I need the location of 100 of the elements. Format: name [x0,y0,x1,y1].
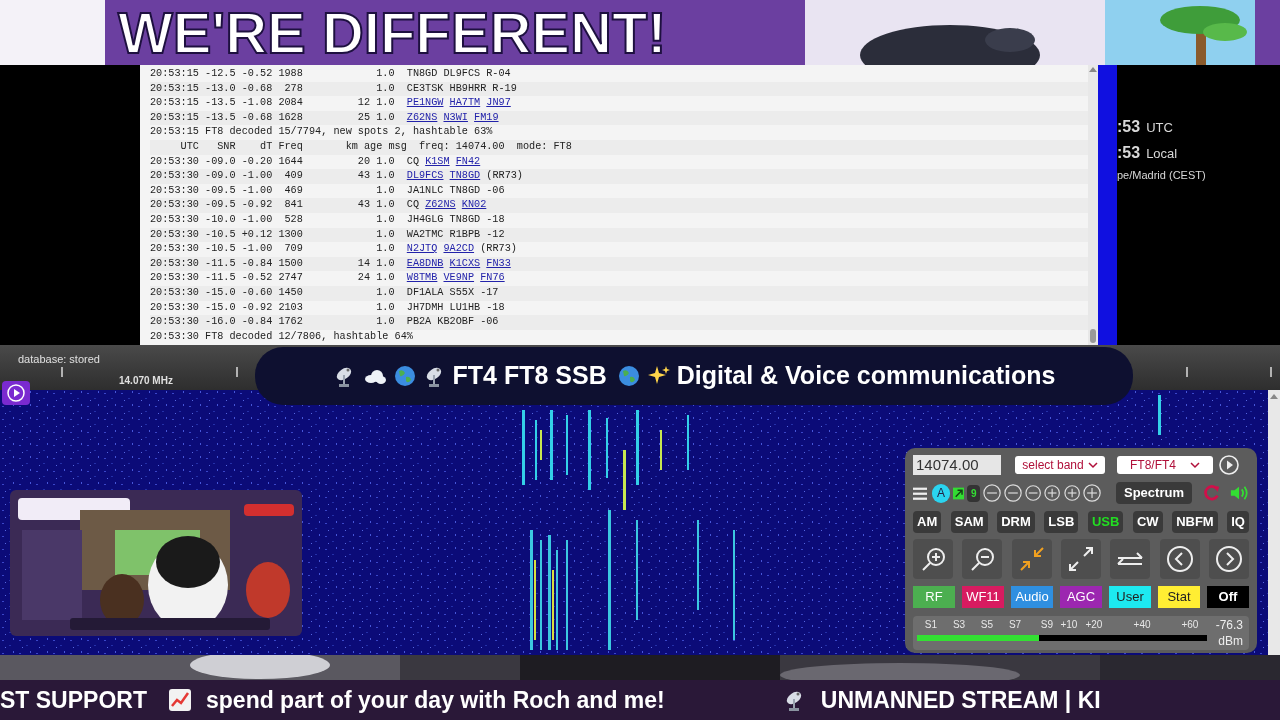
scrollbar[interactable] [1088,65,1098,345]
log-line: 20:53:30 -11.5 -0.52 2747 24 1.0 W8TMB VE9NP FN76 [150,271,506,286]
globe-icon [616,364,641,388]
callsign-link[interactable]: Z62NS [406,111,438,123]
banner-text: Digital & Voice communications [676,360,1056,392]
status-text: database: stored [18,352,100,367]
plus-circle-icon [1082,483,1101,503]
log-line: 20:53:30 -15.0 -0.92 2103 1.0 JH7DMH LU1HB -18 [150,300,506,315]
mode-button[interactable]: USB [1087,511,1124,533]
scale-label: +60 [1181,618,1199,632]
ticker-text: UNMANNED STREAM | KI [820,685,1101,715]
callsign-link[interactable]: W8TMB [406,272,438,284]
chevron-left-button[interactable] [1159,539,1200,579]
scale-label: +40 [1133,618,1151,632]
minus-circle-icon [1004,483,1023,503]
chevron-left-icon [1165,545,1194,573]
globe-icon [392,364,417,388]
chevron-right-icon [1214,545,1243,573]
callsign-link[interactable]: HA7TM [449,97,481,109]
minus-circle-icon [1025,484,1042,502]
chevron-right-button[interactable] [1208,539,1249,579]
spectrum-button[interactable]: Spectrum [1116,482,1192,504]
callsign-link[interactable]: N3WI [443,111,468,123]
toggle-button[interactable]: User [1109,586,1151,608]
count-badge: 9 [967,484,980,502]
callsign-link[interactable]: FN33 [486,257,511,269]
callsign-link[interactable]: K1CXS [449,257,481,269]
plus-circle-icon [1044,484,1061,502]
zoom-in-button[interactable] [913,539,953,579]
clock-label: Local [1146,145,1178,163]
scale-label: S7 [1008,618,1022,632]
ticker-text: ST SUPPORT [0,685,148,715]
mode-button[interactable]: DRM [997,511,1035,533]
zoom-out-button[interactable] [962,539,1003,579]
log-line: 20:53:15 -12.5 -0.52 1988 1.0 TN8GD DL9FCS R-04 [150,67,512,81]
scale-label: +20 [1085,618,1103,632]
mode-button[interactable]: LSB [1044,511,1079,533]
arrows-out-button[interactable] [1061,539,1101,579]
clock-time: :53 [1117,143,1141,163]
callsign-link[interactable]: 9A2CD [443,243,475,255]
log-line: 20:53:30 -09.0 -0.20 1644 20 1.0 CQ K1SM FN42 [150,154,482,169]
callsign-link[interactable]: DL9FCS [406,170,444,182]
log-line: 20:53:15 -13.5 -1.08 2084 12 1.0 PE1NGW HA7TM JN97 [150,96,512,111]
callsign-link[interactable]: PE1NGW [406,97,444,109]
log-line: 20:53:30 -10.0 -1.00 528 1.0 JH4GLG TN8GD -18 [150,212,506,227]
arrows-out-icon [1067,545,1095,573]
callsign-link[interactable]: FN76 [480,272,505,284]
callsign-link[interactable]: FN42 [455,155,481,167]
callsign-link[interactable]: KN02 [461,199,487,211]
mode-button[interactable]: IQ [1227,511,1249,533]
toggle-button[interactable]: AGC [1060,586,1102,608]
minus-circle-icon [983,483,1002,503]
frequency-label: 14.070 MHz [119,374,173,388]
mode-button[interactable]: SAM [950,511,988,533]
arrow-icon [952,486,965,500]
timezone-label: pe/Madrid (CEST) [1117,168,1207,183]
toggle-button[interactable]: Off [1207,586,1249,608]
scale-label: S1 [924,618,937,632]
callsign-link[interactable]: Z62NS [425,199,456,211]
scale-label: +10 [1060,618,1078,632]
plus-circle-icon [1063,484,1080,502]
clock-time: :53 [1117,117,1141,137]
banner-text: FT4 FT8 SSB [452,360,607,392]
toggle-button[interactable]: WF11 [962,586,1004,608]
log-line: 20:53:15 FT8 decoded 15/7794, new spots 2, hashtable 63% [150,125,494,140]
log-line: 20:53:30 FT8 decoded 12/7806, hashtable 64% [150,329,414,344]
callsign-link[interactable]: EA8DNB [406,257,444,269]
swap-arrows-icon [1116,551,1145,567]
auto-badge[interactable]: A [932,483,950,503]
callsign-link[interactable]: TN8GD [449,170,481,182]
scale-label: S3 [952,618,966,632]
callsign-link[interactable]: FM19 [474,111,499,123]
log-line: 20:53:30 -10.5 -1.00 709 1.0 N2JTQ 9A2CD (RR73) [150,242,518,257]
callsign-link[interactable]: VE9NP [443,272,475,284]
reload-icon [1202,483,1221,503]
swap-arrows-button[interactable] [1110,539,1151,579]
caret-icon [1087,461,1098,469]
band-select[interactable]: select band [1015,456,1105,474]
mode-button[interactable]: CW [1132,511,1163,533]
ticker-text: spend part of your day with Roch and me! [206,685,665,715]
callsign-link[interactable]: N2JTQ [406,243,438,255]
mode-select[interactable]: FT8/FT4 [1117,456,1213,474]
scale-label: S9 [1040,618,1053,632]
log-line: 20:53:30 -09.5 -1.00 469 1.0 JA1NLC TN8GD -06 [150,183,506,198]
caret-icon [1190,461,1200,469]
play-icon [1219,455,1239,475]
meter-unit: dBm [1218,633,1243,650]
meter-reading: -76.3 [1215,617,1243,634]
scrollbar[interactable] [1268,390,1280,655]
callsign-link[interactable]: JN97 [486,97,511,109]
scale-label: S5 [980,618,993,632]
play-button[interactable] [2,381,30,405]
arrows-in-button[interactable] [1011,539,1052,579]
toggle-button[interactable]: Stat [1158,586,1200,608]
frequency-input[interactable]: 14074.00 [913,455,1001,475]
banner-title: WE'RE DIFFERENT! [118,0,667,65]
chart-icon [168,688,192,712]
mode-button[interactable]: AM [913,511,942,533]
mode-button[interactable]: NBFM [1172,511,1218,533]
callsign-link[interactable]: K1SM [425,155,450,167]
